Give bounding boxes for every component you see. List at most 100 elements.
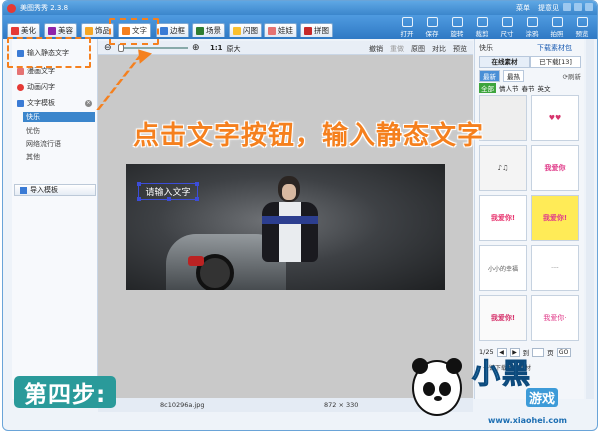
tab-scene[interactable]: 场景 bbox=[192, 23, 225, 37]
accessory-icon bbox=[85, 26, 93, 35]
import-icon bbox=[20, 186, 27, 194]
preview-button[interactable]: 预览 bbox=[571, 16, 593, 38]
material-grid: ♥♥ ♪♫ 我爱你 我爱你! 我爱你! 小小的幸福 ···· 我爱你! 我爱你· bbox=[479, 95, 581, 341]
open-icon bbox=[401, 17, 413, 27]
canvas-area[interactable]: 请输入文字 bbox=[98, 55, 473, 398]
text-template-item[interactable]: 文字模板 × bbox=[14, 97, 96, 109]
save-icon bbox=[426, 17, 438, 27]
tab-doll[interactable]: 娃娃 bbox=[264, 23, 297, 37]
online-materials-tab[interactable]: 在线素材 bbox=[479, 56, 530, 68]
tab-flash[interactable]: 闪图 bbox=[229, 23, 262, 37]
zoom-slider-handle[interactable] bbox=[118, 44, 124, 52]
template-happy[interactable]: 快乐 bbox=[23, 112, 95, 122]
material-thumb[interactable]: 小小的幸福 bbox=[479, 245, 527, 291]
title-bar: 美图秀秀 2.3.8 菜单 提意见 bbox=[3, 1, 597, 15]
rotate-icon bbox=[451, 17, 463, 27]
resize-handle[interactable] bbox=[195, 182, 199, 186]
doll-icon bbox=[268, 26, 276, 35]
doodle-button[interactable]: 涂鸦 bbox=[521, 16, 543, 38]
zoom-slider-track[interactable] bbox=[118, 47, 188, 49]
animated-text-item[interactable]: 动画闪字 bbox=[14, 81, 96, 93]
material-thumb[interactable]: ♥♥ bbox=[531, 95, 579, 141]
material-panel: 快乐 下载素材包 在线素材 已下载[13] 最新 最热 ⟳刷新 全部 情人节 春… bbox=[474, 39, 584, 399]
file-name: 8c10296a.jpg bbox=[160, 401, 205, 409]
category-valentine[interactable]: 情人节 bbox=[499, 83, 519, 93]
close-icon[interactable] bbox=[585, 3, 593, 11]
tool-label: 保存 bbox=[425, 30, 439, 38]
logo-url: www.xiaohei.com bbox=[488, 416, 567, 425]
feedback-link[interactable]: 提意见 bbox=[538, 3, 559, 13]
step-badge: 第四步: bbox=[14, 376, 117, 408]
resize-icon bbox=[501, 17, 513, 27]
refresh-label: 刷新 bbox=[568, 73, 581, 81]
logo-subtitle: 游戏 bbox=[526, 388, 559, 407]
material-thumb[interactable]: ···· bbox=[531, 245, 579, 291]
material-thumb[interactable]: ♪♫ bbox=[479, 145, 527, 191]
material-thumb[interactable]: 我爱你· bbox=[531, 295, 579, 341]
zoom-original[interactable]: 原大 bbox=[227, 44, 241, 54]
tool-label: 打开 bbox=[400, 30, 414, 38]
category-spring[interactable]: 春节 bbox=[522, 83, 535, 93]
download-pack-link[interactable]: 下载素材包 bbox=[537, 43, 572, 53]
item-label: 动画闪字 bbox=[27, 83, 55, 91]
open-button[interactable]: 打开 bbox=[396, 16, 418, 38]
tab-frame[interactable]: 边框 bbox=[156, 23, 189, 37]
face-shape bbox=[282, 184, 296, 200]
tab-label: 边框 bbox=[170, 26, 185, 35]
save-button[interactable]: 保存 bbox=[421, 16, 443, 38]
maximize-icon[interactable] bbox=[574, 3, 582, 11]
crop-button[interactable]: 裁剪 bbox=[471, 16, 493, 38]
zoom-in-icon[interactable]: ⊕ bbox=[192, 43, 200, 53]
compare-button[interactable]: 对比 bbox=[432, 44, 446, 54]
highlight-static-text bbox=[7, 37, 91, 68]
material-thumb[interactable]: 我爱你! bbox=[531, 195, 579, 241]
material-thumb[interactable] bbox=[479, 95, 527, 141]
filter-hottest[interactable]: 最热 bbox=[503, 70, 524, 82]
template-other[interactable]: 其他 bbox=[26, 152, 40, 162]
tab-label: 娃娃 bbox=[278, 26, 293, 35]
main-toolbar: 美化 美容 饰品 文字 边框 场景 闪图 娃娃 拼图 打开 保存 旋转 裁剪 尺… bbox=[3, 15, 597, 39]
photo-image[interactable]: 请输入文字 bbox=[126, 164, 445, 290]
resize-handle[interactable] bbox=[137, 182, 141, 186]
template-icon bbox=[17, 99, 24, 107]
minimize-icon[interactable] bbox=[563, 3, 571, 11]
window-title: 美图秀秀 2.3.8 bbox=[20, 4, 69, 12]
tool-label: 尺寸 bbox=[500, 30, 514, 38]
resize-button[interactable]: 尺寸 bbox=[496, 16, 518, 38]
preview-small-button[interactable]: 预览 bbox=[453, 44, 467, 54]
original-button[interactable]: 原图 bbox=[411, 44, 425, 54]
category-english[interactable]: 英文 bbox=[538, 83, 551, 93]
refresh-button[interactable]: ⟳刷新 bbox=[563, 71, 581, 81]
filter-newest[interactable]: 最新 bbox=[479, 70, 500, 82]
undo-button[interactable]: 撤销 bbox=[369, 44, 383, 54]
import-template-button[interactable]: 导入模板 bbox=[14, 184, 96, 196]
tab-makeup[interactable]: 美容 bbox=[44, 23, 77, 37]
resize-handle[interactable] bbox=[137, 197, 141, 201]
template-sad[interactable]: 忧伤 bbox=[26, 126, 40, 136]
material-thumb[interactable]: 我爱你! bbox=[479, 195, 527, 241]
category-all[interactable]: 全部 bbox=[479, 83, 496, 93]
rotate-button[interactable]: 旋转 bbox=[446, 16, 468, 38]
tab-collage[interactable]: 拼图 bbox=[300, 23, 333, 37]
import-label: 导入模板 bbox=[30, 186, 58, 194]
tool-label: 拍照 bbox=[550, 30, 564, 38]
template-internet-slang[interactable]: 网络流行语 bbox=[26, 139, 61, 149]
tab-beautify[interactable]: 美化 bbox=[7, 23, 40, 37]
camera-button[interactable]: 拍照 bbox=[546, 16, 568, 38]
resize-handle[interactable] bbox=[195, 197, 199, 201]
left-panel: 输入静态文字 漫画文字 动画闪字 文字模板 × 快乐 忧伤 网络流行语 其他 导入… bbox=[12, 39, 98, 399]
scrollbar[interactable] bbox=[586, 39, 594, 399]
logo-title: 小黑 bbox=[471, 357, 533, 391]
menu-link[interactable]: 菜单 bbox=[516, 3, 530, 13]
redo-button[interactable]: 重做 bbox=[390, 44, 404, 54]
text-input-box[interactable]: 请输入文字 bbox=[137, 182, 199, 201]
material-thumb[interactable]: 我爱你 bbox=[531, 145, 579, 191]
zoom-ratio[interactable]: 1:1 bbox=[210, 44, 223, 54]
downloaded-tab[interactable]: 已下载[13] bbox=[530, 56, 581, 68]
tab-label: 美容 bbox=[58, 26, 73, 35]
image-dimensions: 872 × 330 bbox=[324, 401, 359, 409]
collapse-icon[interactable]: × bbox=[85, 99, 92, 107]
tool-label: 旋转 bbox=[450, 30, 464, 38]
material-thumb[interactable]: 我爱你! bbox=[479, 295, 527, 341]
resize-handle[interactable] bbox=[167, 197, 171, 201]
